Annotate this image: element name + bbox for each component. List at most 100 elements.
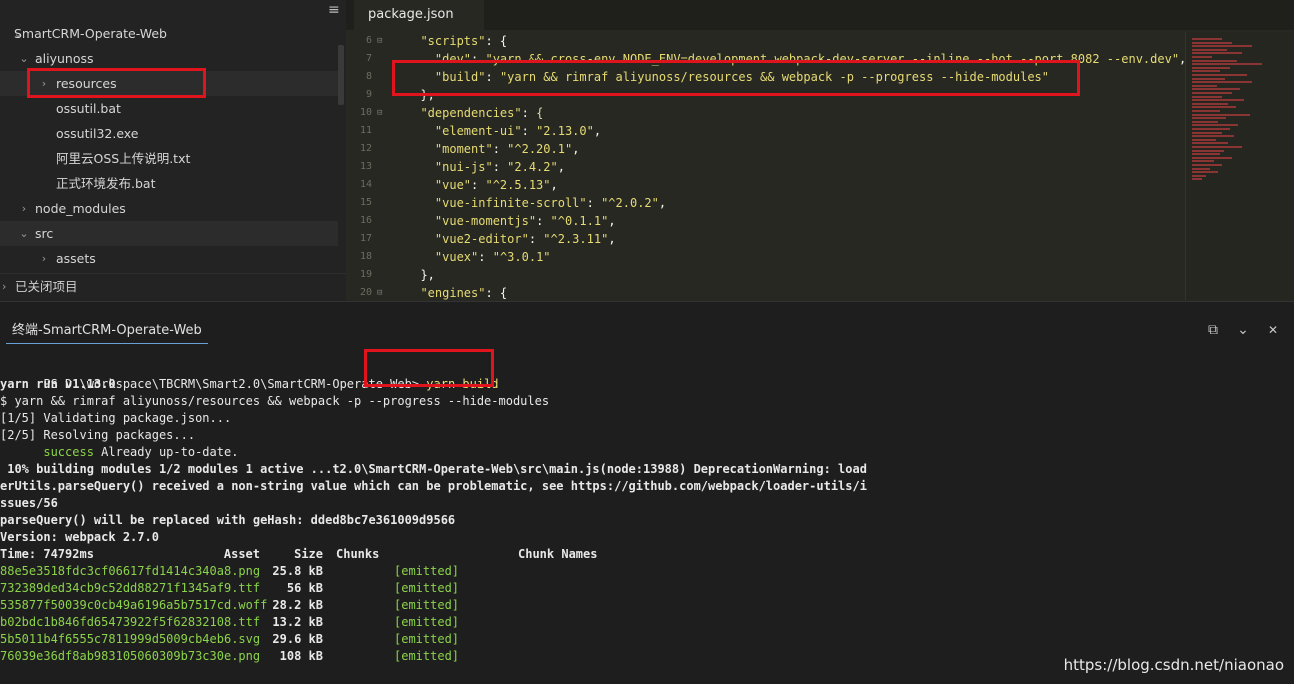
minimap-line — [1192, 102, 1228, 105]
asset-size: 56 kB — [286, 581, 323, 595]
code-token: : { — [485, 286, 508, 300]
asset-name: 76039e36df8ab983105060309b73c30e.png — [0, 649, 261, 663]
minimap-line — [1192, 56, 1212, 58]
line-number: 16 — [359, 215, 372, 226]
asset-row: 76039e36df8ab983105060309b73c30e.png 108 … — [0, 648, 620, 665]
terminal-panel: 终端-SmartCRM-Operate-Web ⧉ ⌄ ✕ PS D:\work… — [0, 301, 1294, 684]
asset-row: 88e5e3518fdc3cf06617fd1414c340a8.png 25.8… — [0, 563, 620, 580]
terminal-line: parseQuery() will be replaced with geHas… — [0, 513, 456, 527]
code-token: , — [608, 232, 616, 246]
minimap-line — [1192, 120, 1218, 123]
code-token: : — [478, 250, 493, 264]
minimap-line — [1192, 48, 1227, 51]
code-token: , — [572, 142, 580, 156]
code-token: "engines" — [420, 286, 486, 300]
asset-name: 732389ded34cb9c52dd88271f1345af9.ttf — [0, 581, 261, 595]
asset-status: [emitted] — [394, 649, 460, 663]
hamburger-menu-icon[interactable]: ≡ — [328, 3, 340, 17]
code-text: "vuex": "^3.0.1" — [406, 248, 551, 266]
code-text: "vue": "^2.5.13", — [406, 176, 558, 194]
header-asset: Asset — [223, 547, 260, 561]
minimap-line — [1192, 84, 1217, 87]
line-number: 14 — [359, 179, 372, 190]
code-token: : — [528, 232, 544, 246]
chevron-down-icon[interactable]: ⌄ — [1233, 320, 1253, 340]
tree-item-project-root[interactable]: ⌄ SmartCRM-Operate-Web — [0, 21, 338, 46]
minimap-line — [1192, 174, 1206, 177]
tree-item-node-modules[interactable]: › node_modules — [0, 196, 338, 221]
code-token: "^0.1.1" — [550, 214, 609, 228]
asset-size: 29.6 kB — [272, 632, 323, 646]
tree-item-release-bat[interactable]: 正式环境发布.bat — [0, 171, 338, 196]
tree-item-ossutil32-exe[interactable]: ossutil32.exe — [0, 121, 338, 146]
file-tree-panel: ≡ ⌄ SmartCRM-Operate-Web ⌄ aliyunoss › r… — [0, 0, 346, 301]
minimap-line — [1192, 149, 1224, 152]
tab-terminal[interactable]: 终端-SmartCRM-Operate-Web — [6, 321, 208, 344]
code-token: : — [521, 124, 537, 138]
minimap-line — [1192, 164, 1222, 166]
asset-status: [emitted] — [394, 615, 460, 629]
code-token: "vue-infinite-scroll" — [434, 196, 587, 210]
minimap-line — [1192, 66, 1230, 69]
line-number: 10 — [359, 107, 372, 118]
terminal-output[interactable]: PS D:\workspace\TBCRM\Smart2.0\SmartCRM-… — [0, 359, 1294, 684]
code-token: "moment" — [434, 142, 493, 156]
minimap-line — [1192, 70, 1220, 73]
tab-package-json[interactable]: package.json — [354, 0, 484, 30]
minimap-line — [1192, 95, 1222, 98]
asset-status: [emitted] — [394, 564, 460, 578]
code-token: "^3.0.1" — [492, 250, 551, 264]
sidebar-scrollbar[interactable] — [338, 45, 344, 105]
minimap-line — [1192, 41, 1232, 44]
minimap-line — [1192, 45, 1252, 48]
tree-item-label: 正式环境发布.bat — [56, 176, 156, 191]
code-token: , — [593, 124, 602, 138]
header-size: Size — [294, 547, 323, 561]
minimap-line — [1192, 88, 1240, 91]
line-number: 18 — [359, 251, 372, 262]
code-token: "vue-momentjs" — [434, 214, 537, 228]
code-text: "moment": "^2.20.1", — [406, 140, 580, 158]
tree-item-assets[interactable]: › assets — [0, 246, 338, 271]
line-number: 12 — [359, 143, 372, 154]
line-number: 17 — [359, 233, 372, 244]
closed-projects-label: 已关闭项目 — [15, 279, 78, 294]
tree-item-label: ossutil.bat — [56, 101, 121, 116]
fold-toggle-icon[interactable]: ⊟ — [377, 104, 382, 122]
code-text: "vue-momentjs": "^0.1.1", — [406, 212, 616, 230]
minimap-line — [1192, 77, 1225, 80]
new-terminal-icon[interactable]: ⧉ — [1203, 320, 1223, 340]
minimap[interactable] — [1185, 32, 1294, 300]
code-text: "vue-infinite-scroll": "^2.0.2", — [406, 194, 666, 212]
code-token: "vue" — [434, 178, 472, 192]
success-rest: Already up-to-date. — [93, 445, 239, 459]
asset-name: 535877f50039c0cb49a6196a5b7517cd.woff — [0, 598, 268, 612]
asset-status: [emitted] — [394, 632, 460, 646]
fold-toggle-icon[interactable]: ⊟ — [377, 32, 382, 50]
code-text: "dependencies": { — [406, 104, 543, 122]
asset-row: 535877f50039c0cb49a6196a5b7517cd.woff 28.… — [0, 597, 620, 614]
code-token: }, — [406, 268, 435, 282]
terminal-line: erUtils.parseQuery() received a non-stri… — [0, 479, 867, 493]
chevron-down-icon: ⌄ — [19, 227, 29, 240]
close-icon[interactable]: ✕ — [1263, 320, 1283, 340]
line-number: 7 — [365, 53, 372, 64]
asset-name: b02bdc1b846fd65473922f5f62832108.ttf — [0, 615, 261, 629]
line-number: 11 — [359, 125, 372, 136]
line-number: 15 — [359, 197, 372, 208]
tree-item-ossutil-bat[interactable]: ossutil.bat — [0, 96, 338, 121]
tree-item-oss-readme[interactable]: 阿里云OSS上传说明.txt — [0, 146, 338, 171]
fold-toggle-icon[interactable]: ⊟ — [377, 284, 382, 301]
minimap-line — [1192, 99, 1244, 102]
tree-item-src[interactable]: ⌄ src — [0, 221, 338, 246]
code-text: "scripts": { — [406, 32, 507, 50]
code-token: "dependencies" — [420, 106, 522, 120]
closed-projects-section[interactable]: › 已关闭项目 — [0, 273, 346, 300]
code-token: : — [492, 160, 508, 174]
